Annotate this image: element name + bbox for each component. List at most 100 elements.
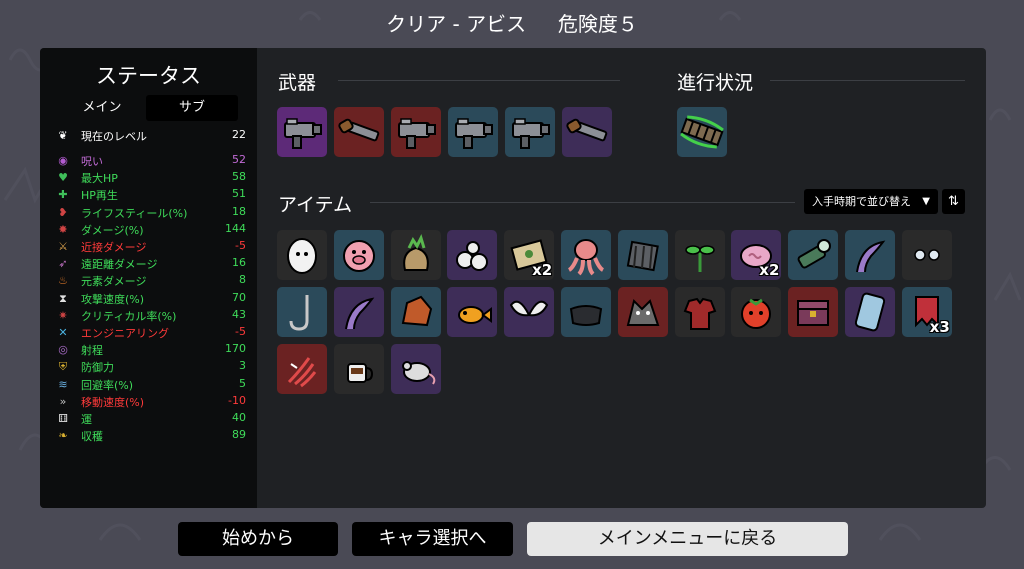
main-menu-button[interactable]: メインメニューに戻る [527, 522, 848, 556]
stats-title: ステータス [96, 64, 201, 88]
fish-icon [458, 306, 493, 324]
wings-icon [510, 300, 549, 317]
stat-value: 8 [239, 273, 246, 287]
level-label: 現在のレベル [81, 130, 147, 143]
item-slot[interactable] [333, 287, 384, 337]
weapon-slot[interactable] [448, 107, 498, 157]
stats-tabs: メイン サブ [56, 95, 242, 121]
stat-row: ◎ 射程 170 [56, 342, 246, 358]
sort-order-icon: ⇅ [948, 194, 959, 209]
item-slot[interactable] [788, 287, 839, 337]
item-slot[interactable] [390, 344, 441, 394]
character-select-button[interactable]: キャラ選択へ [352, 522, 513, 556]
sack-icon [402, 233, 429, 271]
stat-value: 89 [232, 428, 246, 442]
item-slot[interactable] [277, 287, 327, 337]
item-slot[interactable] [333, 230, 384, 280]
tab-main[interactable]: メイン [56, 95, 148, 121]
weapon-slot[interactable] [277, 107, 327, 157]
stat-row: ❥ ライフスティール(%) 18 [56, 205, 246, 221]
curse-icon: ◉ [58, 154, 68, 167]
pig-icon [342, 240, 375, 272]
stat-label: 遠距離ダメージ [81, 258, 158, 272]
stat-label: 射程 [81, 344, 103, 358]
sort-dropdown[interactable]: 入手時期で並び替え ▼ [804, 189, 938, 214]
item-slot[interactable] [277, 344, 327, 394]
flashlight-icon [797, 239, 832, 269]
stat-row: ⚅ 運 40 [56, 411, 246, 427]
stat-value: -5 [235, 239, 246, 252]
level-row: ❦ 現在のレベル 22 [56, 128, 246, 144]
coffee-icon [346, 363, 373, 383]
item-count-badge: x2 [532, 261, 553, 279]
stat-label: 近接ダメージ [81, 241, 147, 254]
smg-icon [512, 118, 550, 149]
lifesteal-icon: ❥ [58, 205, 68, 219]
elemental-icon: ♨ [58, 274, 68, 288]
item-slot[interactable] [674, 287, 725, 337]
item-slot[interactable] [731, 287, 782, 337]
items-title: アイテム [278, 194, 353, 216]
skulls-icon [456, 241, 489, 271]
item-slot[interactable] [447, 230, 498, 280]
stat-row: ❧ 収穫 89 [56, 428, 246, 444]
chest-icon [797, 300, 830, 326]
item-slot[interactable] [788, 230, 839, 280]
stat-row: ⛨ 防御力 3 [56, 359, 246, 375]
stat-value: 58 [232, 170, 246, 184]
item-slot[interactable] [390, 287, 441, 337]
item-slot[interactable]: x3 [901, 287, 952, 337]
item-slot[interactable] [333, 344, 384, 394]
restart-button[interactable]: 始めから [178, 522, 338, 556]
harvest-icon: ❧ [58, 429, 68, 443]
item-slot[interactable]: x2 [731, 230, 782, 280]
cloth-icon [569, 305, 603, 326]
item-slot[interactable] [901, 230, 952, 280]
stat-value: 43 [232, 307, 246, 321]
smg-icon [284, 118, 322, 149]
heart-icon: ♥ [58, 171, 68, 185]
stat-value: 144 [225, 221, 246, 235]
regen-icon: ✚ [58, 188, 68, 202]
sort-order-button[interactable]: ⇅ [942, 189, 965, 214]
progress-slot[interactable] [677, 107, 727, 157]
stat-row: ◉ 呪い 52 [56, 153, 246, 169]
progress-title: 進行状況 [677, 72, 754, 94]
stat-row: ≋ 回避率(%) 5 [56, 377, 246, 393]
octopus-icon [567, 239, 605, 276]
item-slot[interactable] [447, 287, 498, 337]
weapon-slot[interactable] [562, 107, 612, 157]
shirt-icon [683, 297, 716, 330]
item-slot[interactable] [617, 230, 668, 280]
stat-label: 攻撃速度(%) [81, 292, 145, 306]
item-count-badge: x3 [929, 318, 950, 336]
ranged-icon: ➶ [58, 257, 68, 271]
item-slot[interactable] [277, 230, 327, 280]
stat-label: 元素ダメージ [81, 275, 147, 289]
item-slot[interactable] [674, 230, 725, 280]
tab-sub[interactable]: サブ [146, 95, 238, 121]
item-slot[interactable] [845, 230, 895, 280]
weapon-slot[interactable] [391, 107, 441, 157]
item-slot[interactable] [561, 287, 611, 337]
weapon-slot[interactable] [334, 107, 384, 157]
item-slot[interactable] [504, 287, 555, 337]
egg-icon [287, 238, 317, 274]
stat-row: » 移動速度(%) -10 [56, 394, 246, 410]
hook-icon [289, 295, 309, 331]
item-slot[interactable] [845, 287, 895, 337]
tentacle-icon [344, 297, 375, 330]
item-slot[interactable] [390, 230, 441, 280]
weapon-slot[interactable] [505, 107, 555, 157]
stat-value: 170 [225, 342, 246, 356]
rock-icon [401, 295, 432, 327]
stat-row: ♨ 元素ダメージ 8 [56, 273, 246, 289]
progress-divider [770, 80, 965, 81]
range-icon: ◎ [58, 343, 68, 357]
item-slot[interactable]: x2 [504, 230, 555, 280]
stat-label: ライフスティール(%) [81, 206, 188, 220]
item-slot[interactable] [561, 230, 611, 280]
smg-icon [455, 118, 493, 149]
stat-label: ダメージ(%) [81, 223, 144, 237]
item-slot[interactable] [617, 287, 668, 337]
